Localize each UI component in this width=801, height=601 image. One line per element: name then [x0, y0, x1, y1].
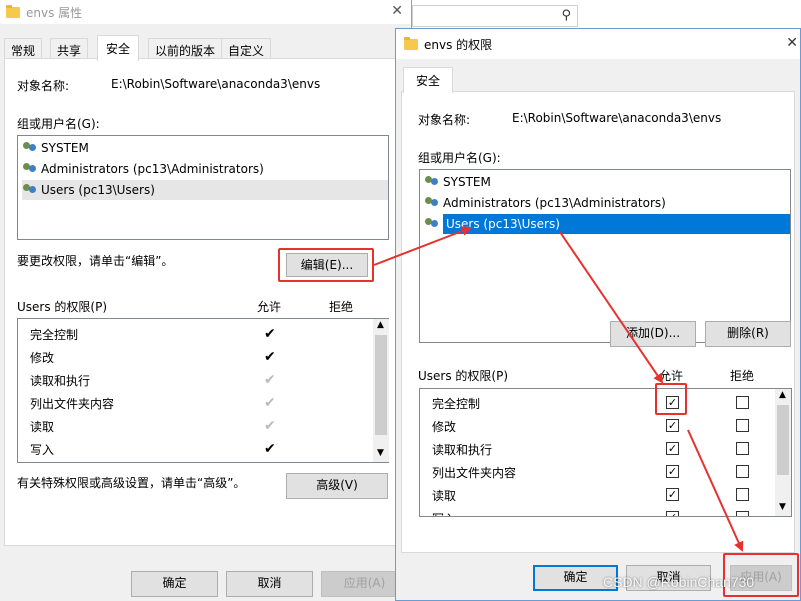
object-name-value: E:\Robin\Software\anaconda3\envs: [512, 111, 722, 125]
permissions-titlebar: envs 的权限 ✕: [396, 29, 800, 59]
allow-check-icon: ✔: [264, 441, 276, 457]
advanced-button[interactable]: 高级(V): [286, 473, 388, 499]
add-button[interactable]: 添加(D)...: [610, 321, 696, 347]
permission-label: 写入: [30, 443, 55, 457]
tab-security[interactable]: 安全: [97, 35, 140, 61]
close-icon[interactable]: ✕: [391, 3, 403, 19]
folder-icon: [404, 36, 418, 50]
user-group-icon: [22, 141, 38, 155]
allow-checkbox[interactable]: ✓: [666, 465, 679, 478]
deny-checkbox[interactable]: [736, 511, 749, 516]
permissions-header: Users 的权限(P): [17, 300, 108, 314]
deny-header: 拒绝: [329, 300, 354, 314]
scroll-thumb[interactable]: [777, 405, 789, 475]
allow-check-icon: ✔: [264, 372, 276, 388]
permissions-header: Users 的权限(P): [418, 369, 509, 383]
close-icon[interactable]: ✕: [786, 35, 798, 51]
group-label: 组或用户名(G):: [17, 117, 100, 131]
allow-check-icon: ✔: [264, 418, 276, 434]
permission-label: 列出文件夹内容: [30, 397, 115, 411]
scrollbar[interactable]: ▲ ▼: [373, 319, 389, 462]
user-group-icon: [424, 196, 440, 210]
list-item[interactable]: Users (pc13\Users): [22, 180, 388, 200]
permission-label: 完全控制: [432, 397, 481, 411]
allow-header: 允许: [257, 300, 282, 314]
permission-label: 读取和执行: [30, 374, 91, 388]
permission-label: 读取: [432, 489, 457, 503]
object-name-label: 对象名称:: [418, 113, 471, 127]
watermark: CSDN @RobinChan730: [603, 574, 755, 590]
scroll-up-icon[interactable]: ▲: [377, 320, 384, 330]
object-name-label: 对象名称:: [17, 79, 70, 93]
ok-button[interactable]: 确定: [131, 571, 218, 597]
dialog-title: envs 的权限: [424, 37, 493, 52]
annotation-box-full-control: [655, 383, 687, 415]
deny-checkbox[interactable]: [736, 442, 749, 455]
deny-header: 拒绝: [730, 369, 755, 383]
deny-checkbox[interactable]: [736, 488, 749, 501]
list-item[interactable]: SYSTEM: [424, 172, 786, 192]
user-group-icon: [424, 175, 440, 189]
user-group-icon: [424, 217, 440, 231]
allow-header: 允许: [659, 369, 684, 383]
user-list: SYSTEM Administrators (pc13\Administrato…: [17, 135, 389, 240]
permissions-list: 完全控制 修改 读取和执行 列出文件夹内容 读取 写入 ✓ ✓ ✓ ✓ ✓ ✓ …: [419, 388, 792, 517]
permissions-dialog: envs 的权限 ✕ 安全 对象名称: E:\Robin\Software\an…: [395, 28, 801, 601]
scrollbar[interactable]: ▲ ▼: [775, 389, 791, 516]
object-name-value: E:\Robin\Software\anaconda3\envs: [111, 77, 321, 91]
permission-label: 完全控制: [30, 328, 79, 342]
properties-window: envs 属性 ✕ 常规 共享 安全 以前的版本 自定义 对象名称: E:\Ro…: [0, 0, 412, 601]
allow-checkbox[interactable]: ✓: [666, 488, 679, 501]
allow-checkbox[interactable]: ✓: [666, 511, 679, 516]
allow-check-icon: ✔: [264, 395, 276, 411]
user-group-icon: [22, 183, 38, 197]
scroll-up-icon[interactable]: ▲: [779, 390, 786, 400]
properties-titlebar: envs 属性 ✕: [0, 0, 411, 24]
remove-button[interactable]: 删除(R): [705, 321, 791, 347]
search-icon: ⚲: [561, 8, 571, 23]
window-title: envs 属性: [26, 5, 83, 20]
list-item-selected[interactable]: Users (pc13\Users): [424, 214, 790, 234]
user-group-icon: [22, 162, 38, 176]
permission-label: 列出文件夹内容: [432, 466, 517, 480]
annotation-box-edit: [278, 248, 374, 282]
scroll-thumb[interactable]: [375, 335, 387, 435]
allow-check-icon: ✔: [264, 349, 276, 365]
cancel-button[interactable]: 取消: [226, 571, 313, 597]
deny-checkbox[interactable]: [736, 396, 749, 409]
list-item[interactable]: Administrators (pc13\Administrators): [22, 159, 384, 179]
permission-label: 读取和执行: [432, 443, 493, 457]
allow-checkbox[interactable]: ✓: [666, 442, 679, 455]
deny-checkbox[interactable]: [736, 465, 749, 478]
explorer-search-box[interactable]: ⚲: [412, 5, 578, 27]
permission-label: 读取: [30, 420, 55, 434]
allow-check-icon: ✔: [264, 326, 276, 342]
list-item[interactable]: SYSTEM: [22, 138, 384, 158]
user-list: SYSTEM Administrators (pc13\Administrato…: [419, 169, 791, 343]
advanced-hint: 有关特殊权限或高级设置，请单击“高级”。: [17, 476, 246, 490]
list-item[interactable]: Administrators (pc13\Administrators): [424, 193, 786, 213]
folder-icon: [6, 4, 20, 18]
permissions-list: 完全控制 修改 读取和执行 列出文件夹内容 读取 写入 ✔ ✔ ✔ ✔ ✔ ✔ …: [17, 318, 389, 463]
scroll-down-icon[interactable]: ▼: [779, 502, 786, 512]
group-label: 组或用户名(G):: [418, 151, 501, 165]
permission-label: 修改: [30, 351, 55, 365]
permission-label: 写入: [432, 510, 456, 516]
change-hint: 要更改权限，请单击“编辑”。: [17, 254, 174, 268]
deny-checkbox[interactable]: [736, 419, 749, 432]
scroll-down-icon[interactable]: ▼: [377, 448, 384, 458]
allow-checkbox[interactable]: ✓: [666, 419, 679, 432]
permission-label: 修改: [432, 420, 457, 434]
tab-security[interactable]: 安全: [403, 67, 454, 93]
